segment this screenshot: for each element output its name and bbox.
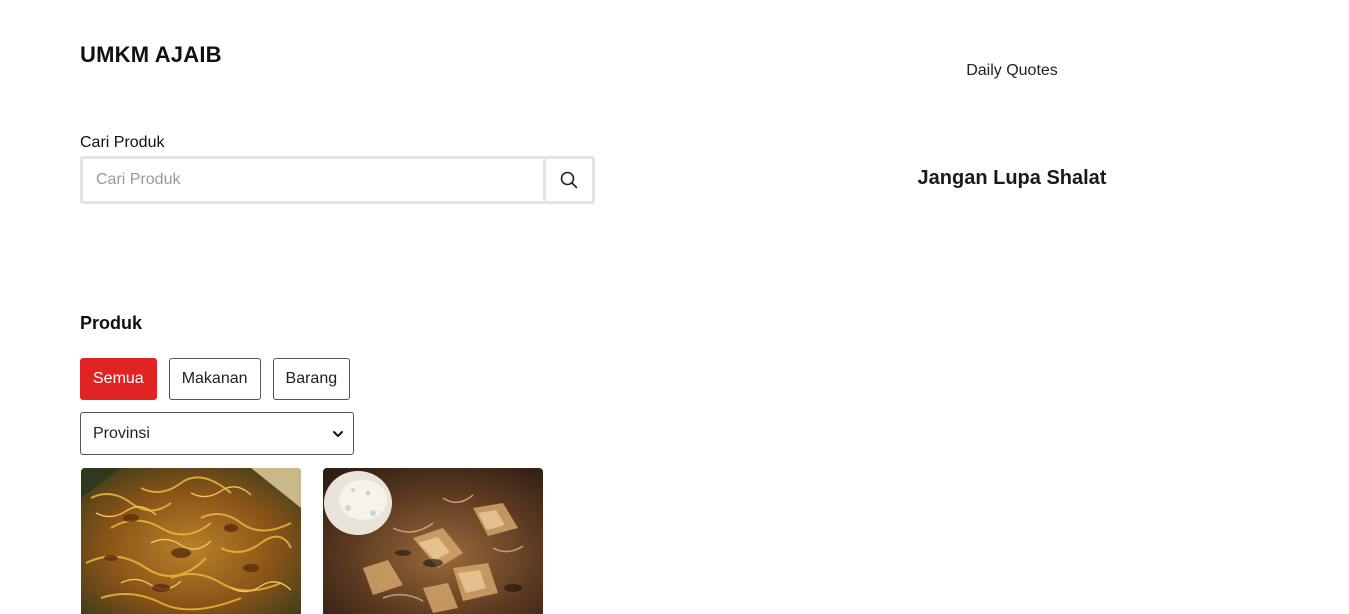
search-icon xyxy=(560,171,578,189)
product-image xyxy=(323,468,543,614)
product-card[interactable] xyxy=(81,468,301,614)
chevron-down-icon xyxy=(333,430,343,437)
daily-quotes-label: Daily Quotes xyxy=(966,62,1058,79)
search-box xyxy=(80,156,595,204)
daily-quote-text: Jangan Lupa Shalat xyxy=(917,167,1107,189)
search-input[interactable] xyxy=(83,159,543,201)
filter-semua-button[interactable]: Semua xyxy=(80,358,157,400)
category-filters: Semua Makanan Barang xyxy=(80,358,351,400)
products-title: Produk xyxy=(80,313,143,333)
province-select-value: Provinsi xyxy=(93,424,150,442)
filter-barang-button[interactable]: Barang xyxy=(272,358,351,400)
product-image xyxy=(81,468,301,614)
product-card[interactable] xyxy=(323,468,543,614)
brand-title: UMKM AJAIB xyxy=(80,42,222,67)
province-select[interactable]: Provinsi xyxy=(80,412,354,455)
search-label: Cari Produk xyxy=(80,134,165,151)
filter-makanan-button[interactable]: Makanan xyxy=(168,358,261,400)
search-button[interactable] xyxy=(543,159,592,201)
